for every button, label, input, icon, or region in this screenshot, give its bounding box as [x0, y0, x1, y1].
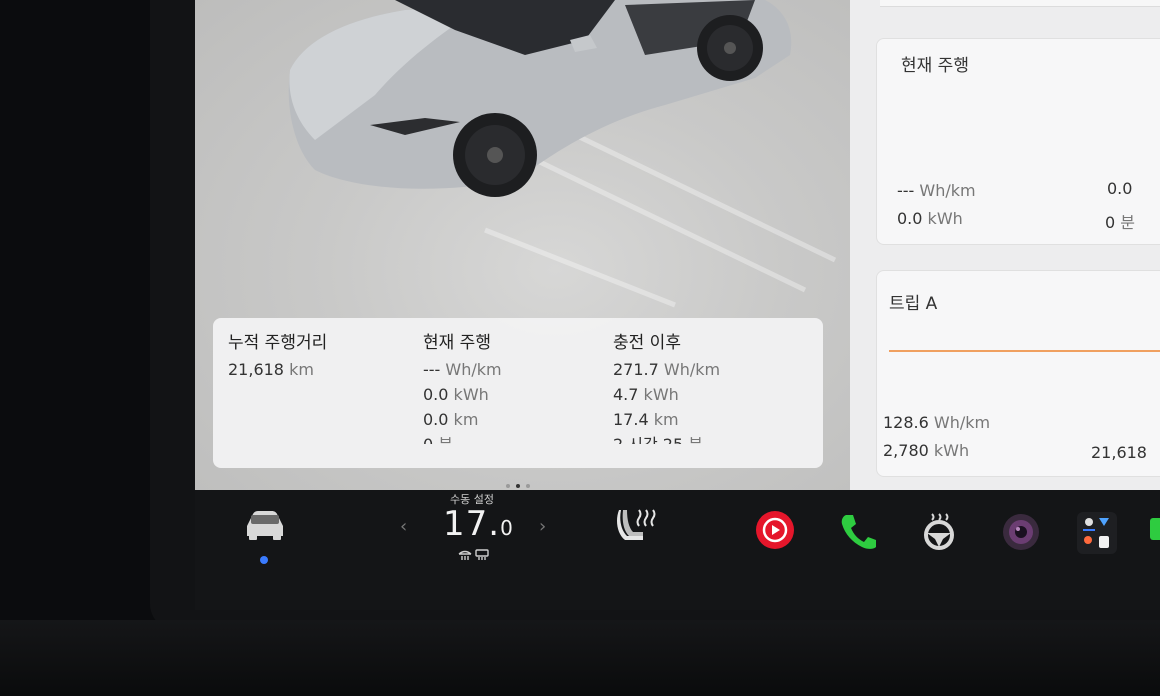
- since-charge-energy: 4.7 kWh: [613, 385, 679, 404]
- phone-icon[interactable]: [838, 512, 878, 550]
- odometer-value: 21,618 km: [228, 360, 314, 379]
- current-drive-card[interactable]: 현재 주행 --- Wh/km 0.0 kWh 0.0 0 분: [876, 38, 1160, 245]
- defrost-icon[interactable]: [457, 548, 491, 562]
- current-drive-title: 현재 주행: [901, 56, 969, 76]
- since-charge-distance: 17.4 km: [613, 410, 679, 429]
- current-trip-efficiency: --- Wh/km: [423, 360, 502, 379]
- trip-panel: 현재 주행 --- Wh/km 0.0 kWh 0.0 0 분 트립 A 128…: [850, 0, 1160, 490]
- current-drive-efficiency: --- Wh/km: [897, 181, 976, 200]
- trip-a-distance: 21,618: [1091, 443, 1147, 462]
- temp-up-chevron-icon[interactable]: ›: [539, 516, 546, 537]
- car-icon[interactable]: [243, 508, 287, 542]
- cabin-temperature[interactable]: 17.0: [443, 504, 514, 544]
- camera-icon[interactable]: [1001, 512, 1041, 552]
- trip-a-energy-graph-line: [889, 350, 1160, 352]
- since-charge-time: 2 시간 25 분: [613, 432, 720, 444]
- odometer-column: 누적 주행거리 21,618 km: [228, 328, 327, 382]
- temp-down-chevron-icon[interactable]: ‹: [400, 516, 407, 537]
- energy-stats-card: 누적 주행거리 21,618 km 현재 주행 --- Wh/km 0.0 kW…: [213, 318, 823, 468]
- active-indicator-dot: [260, 556, 268, 564]
- current-trip-distance: 0.0 km: [423, 410, 479, 429]
- partial-app-icon[interactable]: [1150, 518, 1160, 540]
- vehicle-illustration: [288, 0, 792, 197]
- taskbar: ‹ 수동 설정 17.0 ›: [195, 490, 1160, 610]
- steering-heater-icon[interactable]: [920, 512, 958, 550]
- current-trip-column: 현재 주행 --- Wh/km 0.0 kWh 0.0 km 0 분: [423, 328, 502, 444]
- seat-heater-icon[interactable]: [615, 506, 659, 546]
- youtube-music-icon[interactable]: [755, 510, 795, 550]
- current-drive-energy: 0.0 kWh: [897, 209, 963, 228]
- dashboard-surface: [0, 620, 1160, 696]
- odometer-header: 누적 주행거리: [228, 333, 328, 353]
- current-drive-time: 0 분: [1105, 213, 1136, 232]
- page-indicator[interactable]: [503, 473, 533, 490]
- current-trip-header: 현재 주행: [423, 333, 491, 353]
- current-drive-distance: 0.0: [1107, 179, 1133, 198]
- trip-a-energy: 2,780 kWh: [883, 441, 970, 460]
- trip-a-efficiency: 128.6 Wh/km: [883, 413, 991, 432]
- panel-top-card-edge: [880, 0, 1160, 7]
- since-charge-header: 충전 이후: [613, 333, 681, 353]
- current-trip-energy: 0.0 kWh: [423, 385, 489, 404]
- car-view[interactable]: 누적 주행거리 21,618 km 현재 주행 --- Wh/km 0.0 kW…: [195, 0, 850, 490]
- page-dot-active: [516, 484, 520, 488]
- trip-a-card[interactable]: 트립 A 128.6 Wh/km 2,780 kWh 21,618: [876, 270, 1160, 477]
- page-dot: [506, 484, 510, 488]
- trip-a-title: 트립 A: [889, 294, 938, 314]
- current-trip-time: 0 분: [423, 432, 502, 444]
- touchscreen: 누적 주행거리 21,618 km 현재 주행 --- Wh/km 0.0 kW…: [195, 0, 1160, 490]
- since-charge-column: 충전 이후 271.7 Wh/km 4.7 kWh 17.4 km 2 시간 2…: [613, 328, 720, 444]
- since-charge-efficiency: 271.7 Wh/km: [613, 360, 721, 379]
- page-dot: [526, 484, 530, 488]
- app-launcher-icon[interactable]: [1075, 510, 1119, 556]
